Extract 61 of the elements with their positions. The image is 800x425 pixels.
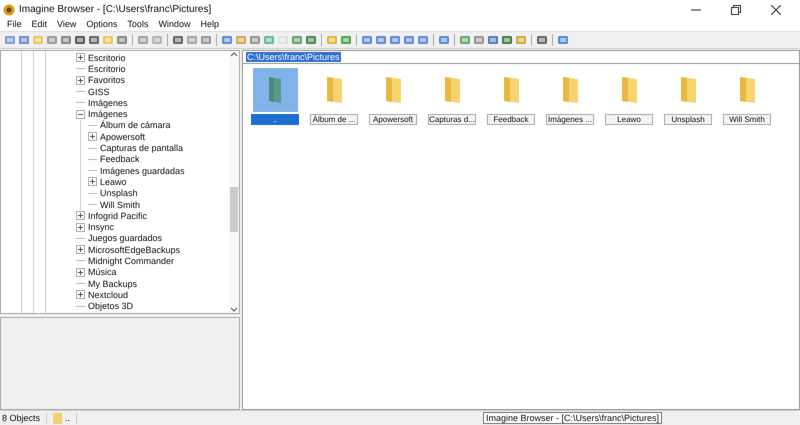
expand-icon[interactable] [76, 268, 85, 277]
tree-item[interactable]: Juegos guardados [88, 233, 162, 244]
window-title: Imagine Browser - [C:\Users\franc\Pictures] [19, 4, 212, 15]
restore-icon[interactable] [731, 4, 741, 14]
tree-item[interactable]: Escritorio [88, 52, 126, 63]
tree-item[interactable]: Midnight Commander [88, 256, 174, 266]
tree-item[interactable]: Infogrid Pacific [88, 210, 148, 221]
tree-item[interactable]: Objetos 3D [88, 301, 134, 312]
scroll-up-icon[interactable] [230, 51, 238, 57]
tree-item[interactable]: MicrosoftEdgeBackups [88, 244, 180, 255]
tree-item[interactable]: Imágenes guardadas [100, 166, 185, 176]
menu-item[interactable]: Help [195, 19, 224, 29]
tree-item[interactable]: My Backups [88, 278, 138, 289]
file-name[interactable]: Feedback [487, 114, 535, 125]
file-name[interactable]: Apowersoft [369, 114, 417, 125]
menu-item[interactable]: View [52, 19, 82, 29]
expand-icon[interactable] [76, 53, 85, 62]
file-name[interactable]: Unsplash [664, 114, 712, 125]
file-name[interactable]: .. [251, 114, 299, 125]
expand-icon[interactable] [76, 222, 85, 232]
tree-item[interactable]: Will Smith [100, 200, 140, 210]
tree-item[interactable]: Imágenes [88, 98, 128, 108]
tree-item[interactable]: Nextcloud [88, 290, 128, 300]
tree-item[interactable]: Capturas de pantalla [100, 143, 184, 154]
tree-item[interactable]: Álbum de cámara [100, 120, 171, 130]
tree-item[interactable]: Favoritos [88, 75, 126, 86]
object-count: 8 Objects [2, 413, 40, 423]
tree-item[interactable]: Insync [88, 222, 114, 232]
scroll-down-icon[interactable] [230, 307, 238, 313]
file-name[interactable]: Imágenes ... [546, 114, 594, 125]
tree-item[interactable]: Música [88, 267, 117, 278]
file-name[interactable]: Capturas d... [428, 114, 476, 125]
current-folder: .. [65, 413, 70, 423]
menu-item[interactable]: Tools [122, 19, 154, 29]
tooltip: Imagine Browser - [C:\Users\franc\Pictures] [483, 412, 662, 424]
file-name[interactable]: Leawo [605, 114, 653, 125]
expand-icon[interactable] [76, 76, 85, 85]
scrollbar-thumb[interactable] [230, 187, 238, 232]
expand-icon[interactable] [88, 177, 97, 186]
app-logo-icon [3, 4, 15, 16]
path-field[interactable]: C:\Users\franc\Pictures [243, 51, 799, 64]
expand-icon[interactable] [76, 211, 85, 220]
tree-item[interactable]: Unsplash [100, 188, 138, 198]
tree-item[interactable]: Imágenes [88, 109, 128, 120]
menu-item[interactable]: Window [153, 19, 196, 29]
tree-item[interactable]: Feedback [100, 154, 140, 164]
collapse-icon[interactable] [76, 110, 85, 119]
expand-icon[interactable] [76, 245, 85, 254]
tree-item[interactable]: GISS [88, 86, 110, 97]
tree-item[interactable]: Leawo [100, 176, 127, 187]
file-name[interactable]: Álbum de ... [310, 114, 358, 125]
menu-item[interactable]: File [2, 19, 27, 29]
expand-icon[interactable] [88, 132, 97, 142]
expand-icon[interactable] [76, 290, 85, 300]
thumbnail-tile[interactable] [252, 68, 298, 112]
file-name[interactable]: Will Smith [723, 114, 771, 125]
tree-item[interactable]: Escritorio [88, 64, 126, 74]
close-icon[interactable] [771, 4, 781, 14]
menu-item[interactable]: Options [81, 19, 122, 29]
tree-item[interactable]: Apowersoft [100, 132, 146, 142]
menu-item[interactable]: Edit [26, 19, 52, 29]
